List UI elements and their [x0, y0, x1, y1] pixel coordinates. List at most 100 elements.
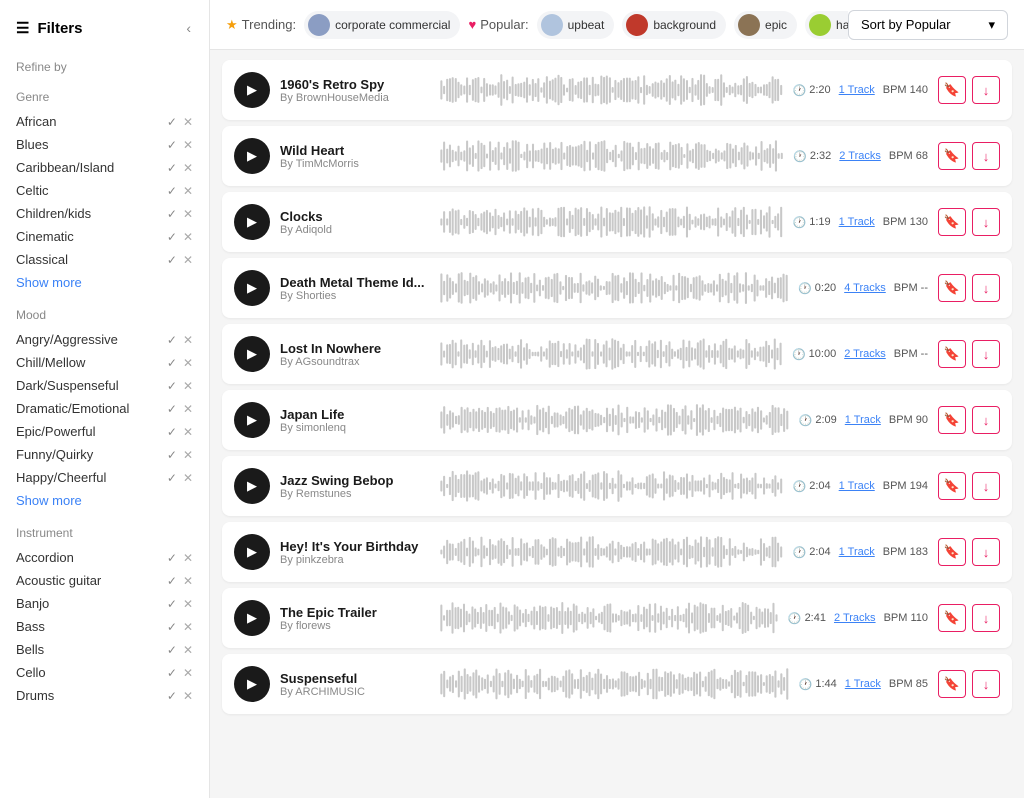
accordion-x-icon[interactable]: ✕ [183, 551, 193, 565]
download-button[interactable]: ↓ [972, 208, 1000, 236]
waveform[interactable] [440, 136, 783, 176]
filter-bass[interactable]: Bass ✓ ✕ [0, 615, 209, 638]
bookmark-button[interactable]: 🔖 [938, 340, 966, 368]
bookmark-button[interactable]: 🔖 [938, 538, 966, 566]
filter-blues[interactable]: Blues ✓ ✕ [0, 133, 209, 156]
caribbean-x-icon[interactable]: ✕ [183, 161, 193, 175]
bookmark-button[interactable]: 🔖 [938, 604, 966, 632]
waveform[interactable] [440, 598, 778, 638]
download-button[interactable]: ↓ [972, 670, 1000, 698]
popular-tag-upbeat[interactable]: upbeat [537, 11, 615, 39]
track-tracks-link[interactable]: 1 Track [839, 546, 875, 558]
celtic-x-icon[interactable]: ✕ [183, 184, 193, 198]
waveform[interactable] [440, 664, 789, 704]
dramatic-x-icon[interactable]: ✕ [183, 402, 193, 416]
cello-x-icon[interactable]: ✕ [183, 666, 193, 680]
download-button[interactable]: ↓ [972, 76, 1000, 104]
track-tracks-link[interactable]: 4 Tracks [844, 282, 886, 294]
bells-x-icon[interactable]: ✕ [183, 643, 193, 657]
waveform[interactable] [440, 268, 788, 308]
play-button[interactable]: ▶ [234, 204, 270, 240]
track-tracks-link[interactable]: 1 Track [839, 216, 875, 228]
genre-show-more[interactable]: Show more [0, 271, 209, 298]
banjo-x-icon[interactable]: ✕ [183, 597, 193, 611]
filter-drums[interactable]: Drums ✓ ✕ [0, 684, 209, 707]
filter-acoustic-guitar[interactable]: Acoustic guitar ✓ ✕ [0, 569, 209, 592]
dark-x-icon[interactable]: ✕ [183, 379, 193, 393]
filter-epic[interactable]: Epic/Powerful ✓ ✕ [0, 420, 209, 443]
download-button[interactable]: ↓ [972, 472, 1000, 500]
sort-dropdown[interactable]: Sort by Popular ▾ [848, 10, 1008, 40]
cinematic-x-icon[interactable]: ✕ [183, 230, 193, 244]
african-x-icon[interactable]: ✕ [183, 115, 193, 129]
bookmark-button[interactable]: 🔖 [938, 670, 966, 698]
acoustic-x-icon[interactable]: ✕ [183, 574, 193, 588]
filter-happy[interactable]: Happy/Cheerful ✓ ✕ [0, 466, 209, 489]
filter-angry[interactable]: Angry/Aggressive ✓ ✕ [0, 328, 209, 351]
filter-accordion[interactable]: Accordion ✓ ✕ [0, 546, 209, 569]
filter-children[interactable]: Children/kids ✓ ✕ [0, 202, 209, 225]
popular-tag-happy[interactable]: happy [805, 11, 848, 39]
waveform[interactable] [440, 202, 783, 242]
blues-x-icon[interactable]: ✕ [183, 138, 193, 152]
drums-x-icon[interactable]: ✕ [183, 689, 193, 703]
filter-cinematic[interactable]: Cinematic ✓ ✕ [0, 225, 209, 248]
angry-x-icon[interactable]: ✕ [183, 333, 193, 347]
popular-tag-background[interactable]: background [622, 11, 726, 39]
play-button[interactable]: ▶ [234, 666, 270, 702]
collapse-sidebar-button[interactable]: ‹ [184, 18, 193, 38]
track-tracks-link[interactable]: 2 Tracks [844, 348, 886, 360]
track-tracks-link[interactable]: 2 Tracks [839, 150, 881, 162]
filter-banjo[interactable]: Banjo ✓ ✕ [0, 592, 209, 615]
download-button[interactable]: ↓ [972, 604, 1000, 632]
waveform[interactable] [440, 334, 782, 374]
filter-classical[interactable]: Classical ✓ ✕ [0, 248, 209, 271]
bookmark-button[interactable]: 🔖 [938, 274, 966, 302]
mood-show-more[interactable]: Show more [0, 489, 209, 516]
filter-celtic[interactable]: Celtic ✓ ✕ [0, 179, 209, 202]
funny-x-icon[interactable]: ✕ [183, 448, 193, 462]
track-tracks-link[interactable]: 1 Track [839, 84, 875, 96]
filter-funny[interactable]: Funny/Quirky ✓ ✕ [0, 443, 209, 466]
filter-chill[interactable]: Chill/Mellow ✓ ✕ [0, 351, 209, 374]
track-tracks-link[interactable]: 1 Track [845, 678, 881, 690]
filter-bells[interactable]: Bells ✓ ✕ [0, 638, 209, 661]
filter-african[interactable]: African ✓ ✕ [0, 110, 209, 133]
play-button[interactable]: ▶ [234, 534, 270, 570]
play-button[interactable]: ▶ [234, 402, 270, 438]
happy-x-icon[interactable]: ✕ [183, 471, 193, 485]
play-button[interactable]: ▶ [234, 138, 270, 174]
waveform[interactable] [440, 400, 789, 440]
popular-tag-epic[interactable]: epic [734, 11, 797, 39]
waveform[interactable] [440, 70, 783, 110]
bookmark-button[interactable]: 🔖 [938, 472, 966, 500]
play-button[interactable]: ▶ [234, 336, 270, 372]
filter-dark[interactable]: Dark/Suspenseful ✓ ✕ [0, 374, 209, 397]
download-button[interactable]: ↓ [972, 538, 1000, 566]
play-button[interactable]: ▶ [234, 468, 270, 504]
bass-x-icon[interactable]: ✕ [183, 620, 193, 634]
bookmark-button[interactable]: 🔖 [938, 142, 966, 170]
play-button[interactable]: ▶ [234, 270, 270, 306]
trending-tag-corporate[interactable]: corporate commercial [304, 11, 460, 39]
track-tracks-link[interactable]: 1 Track [845, 414, 881, 426]
children-x-icon[interactable]: ✕ [183, 207, 193, 221]
filter-dramatic[interactable]: Dramatic/Emotional ✓ ✕ [0, 397, 209, 420]
download-button[interactable]: ↓ [972, 340, 1000, 368]
waveform[interactable] [440, 532, 783, 572]
bookmark-button[interactable]: 🔖 [938, 208, 966, 236]
bookmark-button[interactable]: 🔖 [938, 76, 966, 104]
track-tracks-link[interactable]: 1 Track [839, 480, 875, 492]
filter-cello[interactable]: Cello ✓ ✕ [0, 661, 209, 684]
track-tracks-link[interactable]: 2 Tracks [834, 612, 876, 624]
waveform[interactable] [440, 466, 783, 506]
play-button[interactable]: ▶ [234, 600, 270, 636]
download-button[interactable]: ↓ [972, 142, 1000, 170]
chill-x-icon[interactable]: ✕ [183, 356, 193, 370]
download-button[interactable]: ↓ [972, 406, 1000, 434]
download-button[interactable]: ↓ [972, 274, 1000, 302]
filter-caribbean[interactable]: Caribbean/Island ✓ ✕ [0, 156, 209, 179]
play-button[interactable]: ▶ [234, 72, 270, 108]
classical-x-icon[interactable]: ✕ [183, 253, 193, 267]
epic-x-icon[interactable]: ✕ [183, 425, 193, 439]
